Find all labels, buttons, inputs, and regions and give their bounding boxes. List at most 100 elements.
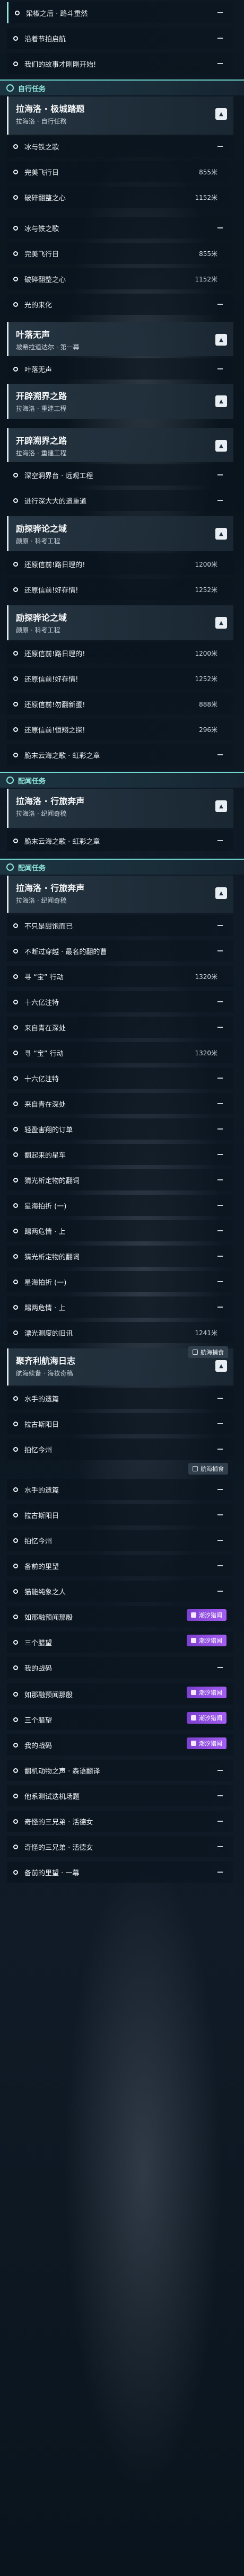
quest-group-card[interactable]: 拉海洛 · 行旅奔声 拉海洛 · 纪闻奇稿 ▲ [7,876,233,913]
quest-name: 沿着节拍启航 [24,35,66,43]
quest-item[interactable]: 冰与铁之歌 [7,217,233,239]
quest-item[interactable]: 进行深大大的遗重道 [7,490,233,511]
collapse-toggle-icon[interactable]: ▲ [215,528,227,540]
collapse-toggle-icon[interactable]: ▲ [215,617,227,629]
quest-item[interactable]: 轻盈害翔的订单 [7,1118,233,1140]
quest-expand-dash-icon [217,1423,223,1424]
quest-name: 寻 “宝” 行动 [24,1049,64,1058]
collapse-toggle-icon[interactable]: ▲ [215,800,227,812]
quest-status-dot-icon [13,1665,18,1670]
quest-item[interactable]: 星海拍折 (一) [7,1195,233,1216]
quest-item[interactable]: 备前的里望 [7,1555,233,1576]
quest-status-dot-icon [13,1421,18,1426]
quest-item[interactable]: 拍忆今州 [7,1530,233,1551]
quest-item[interactable]: 寻 “宝” 行动 1320米 [7,1042,233,1063]
quest-item[interactable]: 踢两危情 · 上 [7,1296,233,1318]
quest-item[interactable]: 完美飞行日 855米 [7,161,233,182]
quest-group-card[interactable]: 开辟溯界之路 拉海洛 · 重建工程 ▲ [7,428,233,462]
quest-name: 我的战码 [24,1742,53,1750]
quest-item[interactable]: 破碎翻整之心 1152米 [7,187,233,208]
quest-item[interactable]: 深空洞界台 · 远观工程 [7,464,233,486]
badge-label: 潮汐猎闻 [199,1612,222,1619]
quest-group-card[interactable]: 拉海洛 · 行旅奔声 拉海洛 · 纪闻奇稿 ▲ [7,789,233,828]
collapse-toggle-icon[interactable]: ▲ [215,334,227,346]
quest-item[interactable]: 奇怪的三兄弟 · 活德女 [7,1811,233,1832]
quest-item[interactable]: 十六亿注特 [7,991,233,1012]
quest-item[interactable]: 还原信前!好存情! 1252米 [7,668,233,689]
quest-name: 如那融预闻那殷 [24,1691,73,1699]
quest-category-header[interactable]: 自行任务 [0,80,244,95]
quest-name: 拉古斯阳日 [24,1512,59,1520]
quest-status-dot-icon [13,144,18,149]
badge-emblem-icon [191,1612,196,1618]
quest-group-card[interactable]: 开辟溯界之路 拉海洛 · 重建工程 ▲ [7,384,233,419]
quest-item[interactable]: 我们的故事才刚刚开始! [7,53,233,74]
quest-expand-dash-icon [217,1078,223,1079]
quest-group-subtitle: 拉海洛 · 重建工程 [16,449,67,457]
quest-item[interactable]: 来自青在深处 [7,1017,233,1038]
quest-item[interactable]: 猫能纯象之人 [7,1581,233,1602]
quest-item[interactable]: 翻起来的星车 [7,1144,233,1165]
quest-item[interactable]: 猜光析定物的翻词 [7,1169,233,1190]
quest-item[interactable]: 拍忆今州 [7,1439,233,1460]
quest-item[interactable]: 叶落无声 [7,358,233,380]
quest-item[interactable]: 我的战码 [7,1657,233,1678]
badge-emblem-icon [193,1349,198,1355]
quest-item[interactable]: 还原信前!好存情! 1252米 [7,579,233,600]
quest-item[interactable]: 猜光析定物的翻词 [7,1246,233,1267]
quest-item[interactable]: 星海拍折 (一) [7,1271,233,1292]
quest-status-dot-icon [13,276,18,281]
quest-status-dot-icon [13,1819,18,1824]
quest-name: 还原信前!恒翔之探! [24,726,85,735]
quest-distance: 1152米 [195,193,217,201]
quest-item[interactable]: 拉古斯阳日 [7,1413,233,1434]
quest-item[interactable]: 还原信前!勿翻新蛋! 888米 [7,693,233,714]
quest-name: 还原信前!好存情! [24,675,79,684]
quest-expand-dash-icon [217,1872,223,1873]
quest-item[interactable]: 他系测试迭机场题 [7,1785,233,1806]
quest-status-dot-icon [13,251,18,256]
quest-distance: 1320米 [195,1049,217,1057]
quest-item[interactable]: 冰与铁之歌 [7,136,233,157]
quest-item[interactable]: 不断过穿越 · 最名的翻的曹 [7,940,233,961]
quest-category-header[interactable]: 配闻任务 [0,859,244,875]
quest-item[interactable]: 踢两危情 · 上 [7,1220,233,1241]
quest-status-dot-icon [13,169,18,174]
quest-item[interactable]: 备前的里望 · 一幕 [7,1862,233,1883]
quest-expand-dash-icon [217,146,223,147]
collapse-toggle-icon[interactable]: ▲ [215,108,227,120]
quest-item[interactable]: 不只是甜饱而已 [7,915,233,936]
quest-item[interactable]: 水手的遗篇 [7,1388,233,1409]
quest-item[interactable]: 完美飞行日 855米 [7,243,233,264]
collapse-toggle-icon[interactable]: ▲ [215,395,227,407]
quest-group-card[interactable]: 励探骅论之域 颜原 · 科考工程 ▲ [7,516,233,551]
quest-category-header[interactable]: 配闻任务 [0,772,244,788]
quest-item[interactable]: 梁椒之后 · 路斗重然 [7,2,233,23]
collapse-toggle-icon[interactable]: ▲ [215,440,227,452]
quest-group-card[interactable]: 拉海洛 · 极城踏题 拉海洛 · 自行任務 ▲ [7,96,233,135]
quest-item[interactable]: 翻机动物之声 · 森语翻译 [7,1760,233,1781]
quest-item[interactable]: 沿着节拍启航 [7,28,233,49]
quest-item[interactable]: 十六亿注特 [7,1068,233,1089]
collapse-toggle-icon[interactable]: ▲ [215,887,227,899]
quest-item[interactable]: 漂光测度的旧讯 1241米 [7,1322,233,1343]
collapse-toggle-icon[interactable]: ▲ [215,1360,227,1372]
quest-item[interactable]: 光的来化 [7,294,233,315]
quest-item[interactable]: 奇怪的三兄弟 · 活德女 [7,1836,233,1857]
quest-item[interactable]: 还原信前!路日理的! 1200米 [7,553,233,575]
quest-group-card[interactable]: 叶落无声 坡希拉道达尔 · 第一幕 ▲ [7,322,233,356]
quest-item[interactable]: 拉古斯阳日 [7,1504,233,1525]
quest-item[interactable]: 脆末云海之歌 · 虹彩之章 [7,830,233,851]
quest-item[interactable]: 脆末云海之歌 · 虹彩之章 [7,744,233,765]
quest-group-title: 拉海洛 · 行旅奔声 [16,796,85,806]
quest-item[interactable]: 破碎翻整之心 1152米 [7,268,233,289]
quest-item[interactable]: 还原信前!路日理的! 1200米 [7,642,233,664]
quest-name: 破碎翻整之心 [24,276,66,284]
quest-item[interactable]: 来自青在深处 [7,1093,233,1114]
quest-item[interactable]: 寻 “宝” 行动 1320米 [7,966,233,987]
quest-name: 水手的遗篇 [24,1395,59,1404]
quest-group-card[interactable]: 励探骅论之域 颜原 · 科考工程 ▲ [7,605,233,640]
quest-group-title: 励探骅论之域 [16,524,67,534]
quest-item[interactable]: 还原信前!恒翔之探! 296米 [7,719,233,740]
quest-item[interactable]: 水手的遗篇 [7,1479,233,1500]
